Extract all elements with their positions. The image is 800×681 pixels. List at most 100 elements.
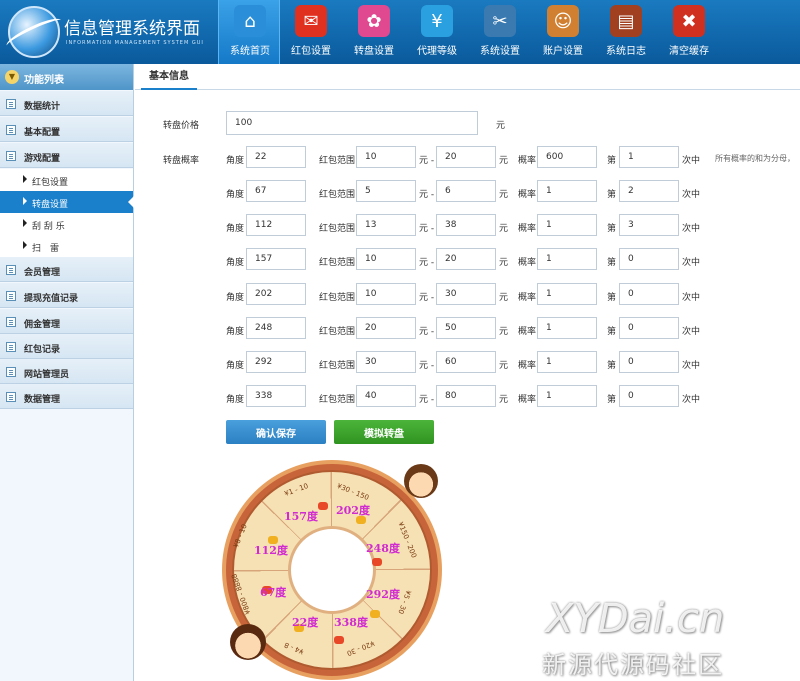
nav-item-6[interactable]: ▤ 系统日志 [595, 0, 657, 64]
wheel-angle-label: 202度 [336, 504, 370, 517]
range-max-input[interactable] [436, 385, 496, 407]
prob-input[interactable] [537, 146, 597, 168]
sidebar-item-admins[interactable]: 网站管理员 [0, 359, 133, 384]
list-icon [6, 367, 16, 377]
yuan-label: 元 [499, 258, 509, 268]
sidebar-item-label: 佣金管理 [24, 320, 61, 330]
sidebar-item-label: 基本配置 [24, 128, 61, 138]
sidebar-item-game-config[interactable]: 游戏配置 [0, 143, 133, 168]
range-min-input[interactable] [356, 385, 416, 407]
prize-icon [334, 636, 344, 644]
caret-right-icon [23, 219, 27, 227]
yuan-dash-label: 元 - [419, 361, 435, 371]
price-input[interactable] [226, 111, 478, 135]
sidebar-item-members[interactable]: 会员管理 [0, 257, 133, 282]
save-button[interactable]: 确认保存 [226, 420, 326, 444]
angle-input[interactable] [246, 385, 306, 407]
sidebar-item-basic-config[interactable]: 基本配置 [0, 117, 133, 142]
nav-item-7[interactable]: ✖ 清空缓存 [658, 0, 720, 64]
hit-label: 次中 [682, 327, 701, 337]
nav-item-label: 代理等级 [417, 46, 457, 57]
range-max-input[interactable] [436, 214, 496, 236]
collapse-arrow-icon: ▼ [5, 70, 19, 84]
angle-input[interactable] [246, 317, 306, 339]
prob-input[interactable] [537, 351, 597, 373]
sidebar-subitem-scratch[interactable]: 刮 刮 乐 [0, 213, 133, 235]
nav-item-1[interactable]: ✉ 红包设置 [280, 0, 342, 64]
range-max-input[interactable] [436, 317, 496, 339]
probability-note: 所有概率的和为分母， [715, 154, 795, 163]
sidebar-subitem-red-envelope[interactable]: 红包设置 [0, 169, 133, 191]
nth-label: 第 [607, 190, 617, 200]
sidebar-subitem-minesweeper[interactable]: 扫 雷 [0, 235, 133, 257]
nth-input[interactable] [619, 385, 679, 407]
app-title: 信息管理系统界面 [64, 19, 200, 39]
hit-label: 次中 [682, 156, 701, 166]
yuan-label: 元 [499, 395, 509, 405]
wheel-angle-label: 338度 [334, 616, 368, 629]
prob-input[interactable] [537, 214, 597, 236]
nth-input[interactable] [619, 283, 679, 305]
range-min-input[interactable] [356, 283, 416, 305]
range-label: 红包范围 [319, 361, 356, 371]
sidebar-item-label: 网站管理员 [24, 370, 70, 380]
sidebar-subitem-wheel[interactable]: 转盘设置 [0, 191, 134, 213]
range-max-input[interactable] [436, 248, 496, 270]
sidebar-item-withdraw-records[interactable]: 提现充值记录 [0, 283, 133, 308]
sidebar-item-data-management[interactable]: 数据管理 [0, 384, 133, 409]
nth-input[interactable] [619, 248, 679, 270]
sidebar-header[interactable]: ▼ 功能列表 [0, 64, 133, 90]
range-max-input[interactable] [436, 146, 496, 168]
hit-label: 次中 [682, 395, 701, 405]
angle-input[interactable] [246, 248, 306, 270]
sidebar-subitem-label: 刮 刮 乐 [32, 222, 65, 232]
angle-input[interactable] [246, 351, 306, 373]
cartoon-girl-icon [230, 624, 266, 660]
prob-input[interactable] [537, 248, 597, 270]
prob-input[interactable] [537, 180, 597, 202]
nav-item-4[interactable]: ✂ 系统设置 [469, 0, 531, 64]
range-min-input[interactable] [356, 248, 416, 270]
sidebar-subitem-label: 转盘设置 [32, 200, 69, 210]
caret-right-icon [23, 241, 27, 249]
range-max-input[interactable] [436, 283, 496, 305]
simulate-wheel-button[interactable]: 模拟转盘 [334, 420, 434, 444]
sidebar-item-label: 数据统计 [24, 102, 61, 112]
range-max-input[interactable] [436, 180, 496, 202]
wheel-angle-label: 22度 [292, 616, 319, 629]
prob-input[interactable] [537, 317, 597, 339]
range-min-input[interactable] [356, 180, 416, 202]
nth-input[interactable] [619, 351, 679, 373]
prob-input[interactable] [537, 283, 597, 305]
tab-basic-info[interactable]: 基本信息 [141, 64, 197, 90]
angle-input[interactable] [246, 180, 306, 202]
angle-input[interactable] [246, 283, 306, 305]
sidebar-item-data-stats[interactable]: 数据统计 [0, 91, 133, 116]
nth-input[interactable] [619, 214, 679, 236]
nav-item-3[interactable]: ¥ 代理等级 [406, 0, 468, 64]
log-book-icon: ▤ [610, 5, 642, 37]
hit-label: 次中 [682, 258, 701, 268]
nav-item-label: 红包设置 [291, 46, 331, 57]
range-min-input[interactable] [356, 351, 416, 373]
range-min-input[interactable] [356, 214, 416, 236]
nav-item-2[interactable]: ✿ 转盘设置 [343, 0, 405, 64]
nth-input[interactable] [619, 180, 679, 202]
range-min-input[interactable] [356, 146, 416, 168]
sidebar-item-commission[interactable]: 佣金管理 [0, 309, 133, 334]
angle-input[interactable] [246, 214, 306, 236]
yuan-label: 元 [499, 190, 509, 200]
range-min-input[interactable] [356, 317, 416, 339]
nav-item-0[interactable]: ⌂ 系统首页 [218, 0, 280, 64]
range-label: 红包范围 [319, 190, 356, 200]
angle-label: 角度 [226, 361, 245, 371]
nav-item-5[interactable]: ☺ 账户设置 [532, 0, 594, 64]
nth-input[interactable] [619, 317, 679, 339]
prob-label: 概率 [518, 395, 537, 405]
wheel-icon: ✿ [358, 5, 390, 37]
sidebar-item-red-envelope-records[interactable]: 红包记录 [0, 334, 133, 359]
range-max-input[interactable] [436, 351, 496, 373]
nth-input[interactable] [619, 146, 679, 168]
prob-input[interactable] [537, 385, 597, 407]
angle-input[interactable] [246, 146, 306, 168]
